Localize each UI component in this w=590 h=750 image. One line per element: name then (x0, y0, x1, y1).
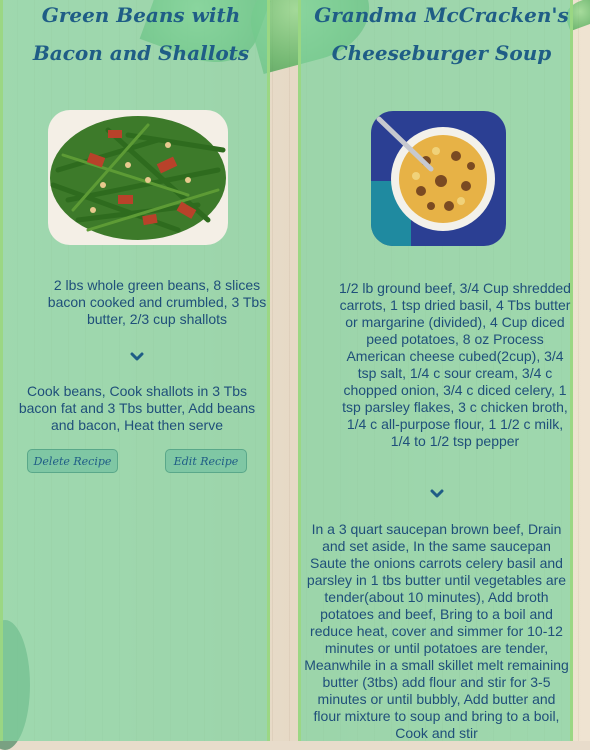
recipe-title: Green Beans with Bacon and Shallots (32, 3, 250, 65)
delete-recipe-button[interactable]: Delete Recipe (27, 449, 118, 473)
recipe-title: Grandma McCracken's Cheeseburger Soup (314, 3, 569, 65)
edit-recipe-button[interactable]: Edit Recipe (165, 449, 247, 473)
ingredients-text: 1/2 lb ground beef, 3/4 Cup shredded car… (339, 280, 571, 449)
directions-text: In a 3 quart saucepan brown beef, Drain … (304, 521, 569, 741)
recipe-photo (371, 111, 506, 246)
recipe-card: Grandma McCracken's Cheeseburger Soup 1/… (298, 0, 573, 741)
chevron-down-icon[interactable] (130, 352, 144, 362)
recipe-card: Green Beans with Bacon and Shallots 2 lb… (0, 0, 270, 741)
directions-text: Cook beans, Cook shallots in 3 Tbs bacon… (18, 383, 256, 433)
ingredients-text: 2 lbs whole green beans, 8 slices bacon … (47, 277, 267, 327)
recipe-photo (48, 110, 228, 245)
chevron-down-icon[interactable] (430, 489, 444, 499)
